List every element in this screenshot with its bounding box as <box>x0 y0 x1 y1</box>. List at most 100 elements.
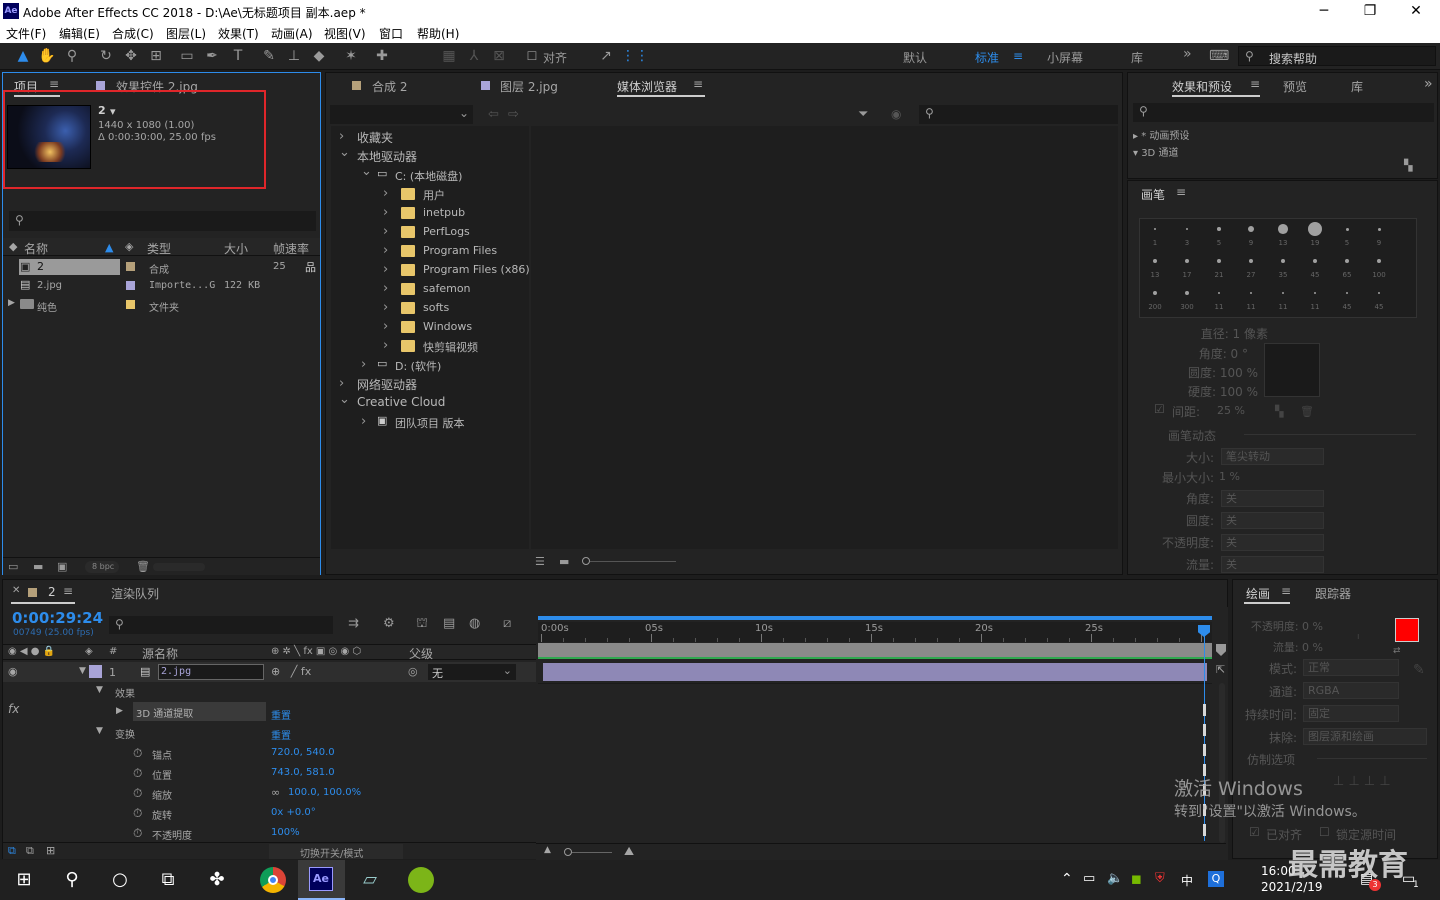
menu-effect[interactable]: 效果(T) <box>218 25 259 42</box>
tab-composition[interactable]: 合成 2 <box>372 78 407 95</box>
dyn-angle-dropdown[interactable]: 关 <box>1221 490 1324 507</box>
col-fps[interactable]: 帧速率 <box>273 240 309 257</box>
tree-item[interactable]: › Windows <box>331 318 529 337</box>
chevron-down-icon[interactable]: ⌄ <box>361 164 372 179</box>
effect-reset-link[interactable]: 重置 <box>271 707 291 722</box>
brush-tip-dot[interactable] <box>1217 259 1221 263</box>
stopwatch-icon[interactable]: ⏱ <box>133 746 142 761</box>
fx-icon[interactable]: fx <box>8 702 19 716</box>
brush-tip-dot[interactable] <box>1281 259 1285 263</box>
tree-item[interactable]: › ▣ 团队项目 版本 <box>331 413 529 432</box>
paint-erase-dropdown[interactable]: 图层源和绘画 <box>1303 728 1427 745</box>
tab-tracker[interactable]: 跟踪器 <box>1315 585 1351 602</box>
project-row-folder[interactable]: ▶ 纯色 文件夹 <box>3 296 320 314</box>
brush-tip-dot[interactable] <box>1185 227 1189 231</box>
tab-library[interactable]: 库 <box>1351 78 1363 95</box>
spacing-value[interactable]: 25 % <box>1217 404 1245 417</box>
effects-expand-arrow-icon[interactable]: ▼ <box>96 685 103 695</box>
label-column-icon[interactable]: ◆ <box>9 240 17 253</box>
draft-3d-icon[interactable]: ⚙ <box>383 616 395 631</box>
tag-column-icon[interactable]: ◈ <box>125 240 133 253</box>
layer-duration-bar[interactable] <box>543 663 1207 681</box>
brush-tip-dot[interactable] <box>1377 259 1381 263</box>
camera-tool-icon[interactable]: ✥ <box>122 47 140 65</box>
brush-tip-dot[interactable] <box>1345 259 1349 263</box>
brush-tip-dot[interactable] <box>1377 227 1381 231</box>
paint-duration-dropdown[interactable]: 固定 <box>1303 705 1399 722</box>
brush-tip-dot[interactable] <box>1185 259 1189 263</box>
stopwatch-icon[interactable]: ⏱ <box>133 786 142 801</box>
frame-blending-icon[interactable]: ▤ <box>443 616 455 631</box>
tab-media-browser[interactable]: 媒体浏览器 <box>617 78 677 95</box>
tree-item[interactable]: › 网络驱动器 <box>331 375 529 394</box>
chevron-right-icon[interactable]: › <box>383 224 388 239</box>
zoom-out-icon[interactable]: ▲ <box>544 845 551 855</box>
parent-pickwhip-icon[interactable]: ◎ <box>408 665 418 678</box>
new-preset-icon[interactable]: ▚ <box>1404 159 1412 172</box>
brush-tip-dot[interactable] <box>1313 259 1317 263</box>
brush-tip-dot[interactable] <box>1278 224 1288 234</box>
pinwheel-app-icon[interactable]: ✤ <box>203 866 231 894</box>
brush-menu-icon[interactable]: ≡ <box>1176 185 1186 199</box>
brush-tip-dot[interactable] <box>1346 292 1348 294</box>
effect-expand-arrow-icon[interactable]: ▶ <box>116 706 123 716</box>
forward-arrow-icon[interactable]: ⇨ <box>508 107 519 122</box>
tab-effects-menu-icon[interactable]: ≡ <box>1250 77 1260 91</box>
layer-switch-icon[interactable]: ⧉ <box>8 844 16 858</box>
tab-preview[interactable]: 预览 <box>1283 78 1307 95</box>
timeline-search-input[interactable]: ⚲ <box>109 616 333 634</box>
brush-tip-dot[interactable] <box>1153 291 1157 295</box>
brush-tip-dot[interactable] <box>1314 292 1316 294</box>
tab-timeline-menu-icon[interactable]: ≡ <box>63 584 73 598</box>
col-type[interactable]: 类型 <box>147 240 171 257</box>
tree-item[interactable]: › ▭ D: (软件) <box>331 356 529 375</box>
brush-tip-dot[interactable] <box>1153 259 1157 263</box>
new-comp-icon[interactable]: ▣ <box>57 560 67 573</box>
selection-tool-icon[interactable]: ▲ <box>14 47 32 65</box>
brush-tip-dot[interactable] <box>1282 292 1284 294</box>
comp-end-marker[interactable] <box>1216 644 1226 656</box>
brush-tip-dot[interactable] <box>1217 227 1221 231</box>
brush-tip-dot[interactable] <box>1247 225 1255 233</box>
tree-item[interactable]: › softs <box>331 299 529 318</box>
tray-expand-icon[interactable]: ⌃ <box>1061 871 1073 887</box>
search-icon[interactable]: ⚲ <box>58 866 86 894</box>
brush-tip-dot[interactable] <box>1345 227 1349 231</box>
stopwatch-icon[interactable]: ⏱ <box>133 766 142 781</box>
shy-layers-icon[interactable]: ⛫ <box>416 616 428 633</box>
comp-nav-bar[interactable] <box>538 643 1212 659</box>
foreground-color-swatch[interactable] <box>1395 618 1419 642</box>
menu-window[interactable]: 窗口 <box>379 25 403 42</box>
clone-stamp-tool-icon[interactable]: ⊥ <box>285 47 303 65</box>
menu-file[interactable]: 文件(F) <box>6 25 46 42</box>
effects-search-input[interactable]: ⚲ <box>1133 103 1434 122</box>
eraser-tool-icon[interactable]: ◆ <box>310 47 328 65</box>
menu-edit[interactable]: 编辑(E) <box>59 25 100 42</box>
motion-blur-icon[interactable]: ◍ <box>469 616 480 631</box>
workspace-small-screen[interactable]: 小屏幕 <box>1047 49 1083 66</box>
view-axis-icon[interactable]: ⊠ <box>490 47 508 65</box>
property-value[interactable]: 743.0, 581.0 <box>271 767 335 778</box>
workspace-overflow-icon[interactable]: » <box>1183 46 1192 62</box>
tab-paint[interactable]: 绘画 <box>1246 585 1270 602</box>
toggle-switches-modes-button[interactable]: 切换开关/模式 <box>269 844 403 860</box>
zoom-slider-track[interactable] <box>590 561 676 562</box>
eyedropper-icon[interactable]: ✎ <box>1413 662 1425 678</box>
close-button[interactable]: ✕ <box>1393 2 1439 22</box>
interpret-footage-icon[interactable]: ▭ <box>8 560 18 573</box>
transform-expand-arrow-icon[interactable]: ▼ <box>96 726 103 736</box>
pen-tool-icon[interactable]: ✒ <box>203 47 221 65</box>
brush-tip-dot[interactable] <box>1154 228 1156 230</box>
chevron-right-icon[interactable]: › <box>361 414 366 429</box>
workspace-menu-icon[interactable]: ≡ <box>1013 49 1023 63</box>
brush-tip-grid[interactable]: 1 3 5 9 13 19 5 9 13 17 21 27 35 45 65 100 200 300 11 11 11 1… <box>1139 218 1417 318</box>
col-source-name[interactable]: 源名称 <box>142 645 178 662</box>
rotate-tool-icon[interactable]: ↻ <box>97 47 115 65</box>
workspace-standard[interactable]: 标准 <box>975 49 999 66</box>
puppet-tool-icon[interactable]: ✚ <box>373 47 391 65</box>
tab-timeline-comp[interactable]: 2 <box>48 585 56 599</box>
zoom-slider-handle[interactable] <box>564 848 572 856</box>
swap-colors-icon[interactable]: ⇄ <box>1393 646 1401 656</box>
keyframe-marker[interactable] <box>1203 824 1206 836</box>
in-out-icon[interactable]: ⊞ <box>46 844 55 857</box>
